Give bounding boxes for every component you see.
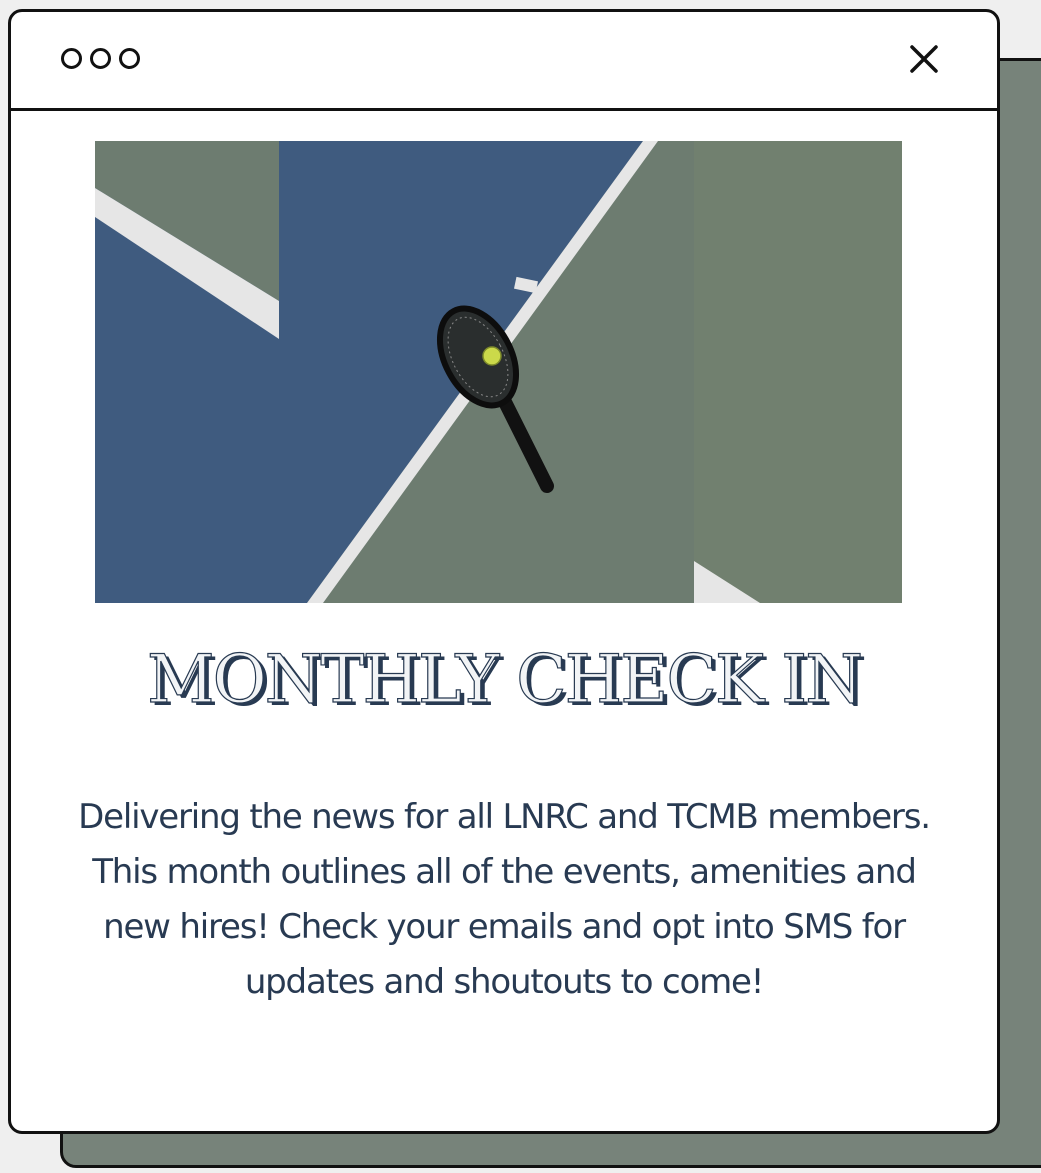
close-icon[interactable]: [907, 42, 941, 76]
window-control-dot[interactable]: [90, 48, 111, 69]
window-control-dot[interactable]: [119, 48, 140, 69]
hero-image: [95, 141, 902, 603]
description-text: Delivering the news for all LNRC and TCM…: [78, 797, 931, 1002]
window-titlebar: [11, 12, 997, 111]
page-title: MONTHLY CHECK IN: [146, 640, 863, 718]
popup-window: MONTHLY CHECK IN Delivering the news for…: [8, 9, 1000, 1134]
window-controls: [61, 48, 140, 69]
window-control-dot[interactable]: [61, 48, 82, 69]
